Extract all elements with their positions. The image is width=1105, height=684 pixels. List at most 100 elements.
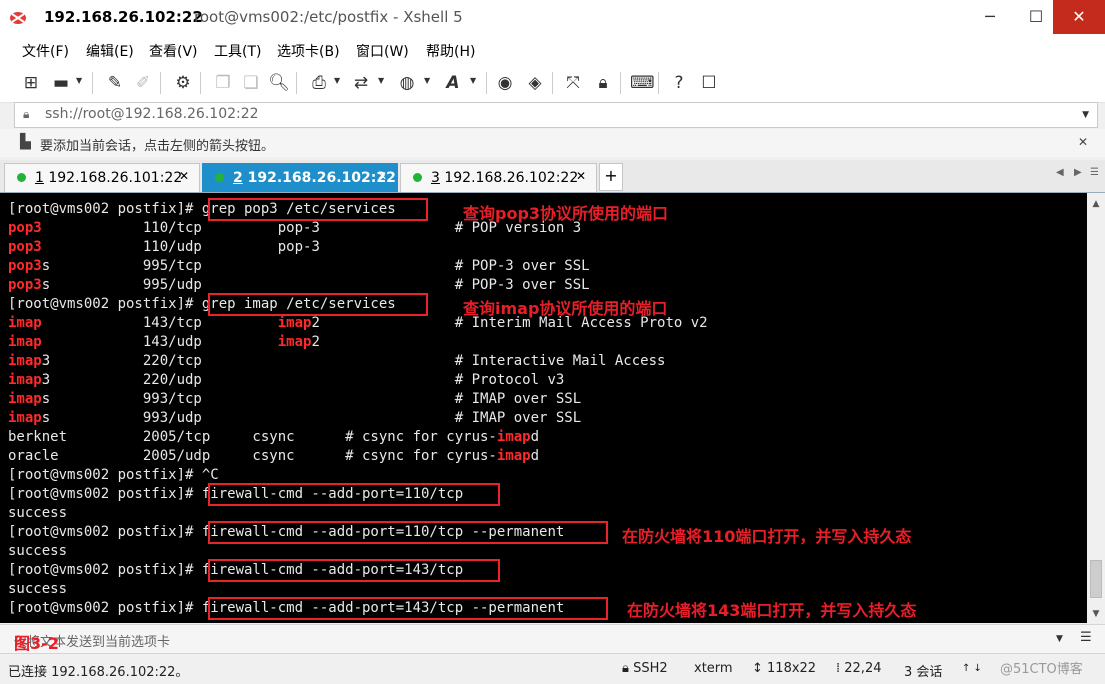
- match-highlight: imap: [496, 448, 531, 464]
- globe-icon[interactable]: ◍: [396, 72, 418, 94]
- scrollbar-thumb[interactable]: [1090, 560, 1102, 598]
- terminal-text: 2: [311, 334, 320, 350]
- new-session-icon[interactable]: ⊞: [20, 72, 42, 94]
- match-highlight: pop3: [8, 277, 42, 293]
- xshell-logo-icon: [10, 12, 26, 24]
- keyboard-icon[interactable]: ⌨: [630, 72, 655, 94]
- terminal-text: berknet 2005/tcp csync # csync for cyrus…: [8, 429, 497, 445]
- watermark: @51CTO博客: [1000, 662, 1083, 677]
- menu-tools[interactable]: 工具(T): [214, 41, 261, 61]
- terminal-text: 143/tcp: [41, 315, 278, 331]
- highlight-box: [208, 597, 608, 620]
- compose-dropdown-icon[interactable]: ▼: [1056, 634, 1063, 644]
- globe-dropdown-icon[interactable]: ▼: [424, 76, 430, 85]
- match-highlight: imap: [8, 410, 42, 426]
- menu-edit[interactable]: 编辑(E): [86, 41, 134, 61]
- transfer-dropdown-icon[interactable]: ▼: [378, 76, 384, 85]
- hint-close-icon[interactable]: ✕: [1078, 135, 1088, 149]
- compose-bar[interactable]: 仅将文本发送到当前选项卡 ▼ ☰: [0, 624, 1105, 653]
- open-dropdown-icon[interactable]: ▼: [76, 76, 82, 85]
- font-dropdown-icon[interactable]: ▼: [470, 76, 476, 85]
- terminal-line: success: [8, 542, 67, 561]
- tab-list-icon[interactable]: ☰: [1090, 167, 1099, 178]
- xftp-icon[interactable]: ◉: [494, 72, 516, 94]
- new-tab-button[interactable]: +: [599, 163, 623, 191]
- terminal-text: d: [530, 448, 540, 464]
- address-dropdown-icon[interactable]: ▼: [1082, 110, 1089, 120]
- terminal-text: d: [530, 429, 540, 445]
- address-bar[interactable]: 🔒︎ ssh://root@192.168.26.102:22 ▼: [14, 102, 1098, 128]
- title-bar: 192.168.26.102:22 root@vms002:/etc/postf…: [0, 0, 1105, 37]
- annotation-imap: 查询imap协议所使用的端口: [463, 299, 668, 318]
- terminal-line: imap3 220/tcp # Interactive Mail Access: [8, 352, 665, 371]
- reconnect-icon[interactable]: ✎: [104, 72, 126, 94]
- annotation-port143: 在防火墙将143端口打开，并写入持久态: [627, 601, 917, 620]
- bookmark-arrow-icon[interactable]: ▙: [20, 134, 31, 150]
- toolbar-separator: [552, 72, 553, 94]
- paste-icon[interactable]: ❏: [240, 72, 262, 94]
- toolbar-separator: [92, 72, 93, 94]
- toolbar-separator: [160, 72, 161, 94]
- close-button[interactable]: ✕: [1053, 0, 1105, 34]
- terminal-line: [root@vms002 postfix]# ^C: [8, 466, 219, 485]
- match-highlight: imap: [277, 315, 312, 331]
- terminal-output[interactable]: [root@vms002 postfix]# firewall-cmd --ad…: [0, 193, 1087, 623]
- status-arrows-icon[interactable]: ↑ ↓: [962, 663, 982, 674]
- properties-icon[interactable]: ⚙: [172, 72, 194, 94]
- find-icon[interactable]: 🔍︎: [268, 72, 290, 94]
- terminal-text: s 993/udp # IMAP over SSL: [41, 410, 582, 426]
- terminal-scrollbar[interactable]: ▲ ▼: [1087, 193, 1105, 623]
- terminal-line: imaps 993/tcp # IMAP over SSL: [8, 390, 581, 409]
- toolbar-separator: [200, 72, 201, 94]
- terminal-text: success: [8, 581, 68, 597]
- copy-icon[interactable]: ❐: [212, 72, 234, 94]
- scroll-up-icon[interactable]: ▲: [1087, 199, 1105, 209]
- window-title-host: 192.168.26.102:22: [44, 8, 203, 26]
- xmanager-icon[interactable]: ◈: [524, 72, 546, 94]
- open-folder-icon[interactable]: ▬: [50, 72, 72, 94]
- terminal-text: 110/udp pop-3: [41, 239, 320, 255]
- terminal-line: success: [8, 580, 67, 599]
- connected-status-icon: [413, 173, 422, 182]
- window-title: root@vms002:/etc/postfix - Xshell 5: [194, 8, 463, 26]
- compose-menu-icon[interactable]: ☰: [1080, 630, 1092, 645]
- terminal-text: success: [8, 505, 68, 521]
- menu-help[interactable]: 帮助(H): [426, 41, 475, 61]
- protocol-status: 🔒︎ SSH2: [622, 661, 668, 676]
- menu-view[interactable]: 查看(V): [149, 41, 198, 61]
- tab-session-3[interactable]: 3 192.168.26.102:22 ✕: [400, 163, 597, 192]
- minimize-button[interactable]: ─: [967, 0, 1013, 34]
- terminal-line: oracle 2005/udp csync # csync for cyrus-…: [8, 447, 539, 466]
- toolbar-separator: [658, 72, 659, 94]
- tab-close-icon[interactable]: ✕: [179, 169, 189, 183]
- tab-session-1[interactable]: 1 192.168.26.101:22 ✕: [4, 163, 200, 192]
- tab-scroll-left-icon[interactable]: ◀: [1056, 167, 1064, 178]
- tab-close-icon[interactable]: ✕: [576, 169, 586, 183]
- transfer-icon[interactable]: ⇄: [350, 72, 372, 94]
- help-icon[interactable]: ?: [668, 72, 690, 94]
- font-icon[interactable]: A: [442, 72, 464, 94]
- chat-icon[interactable]: ☐: [698, 72, 720, 94]
- match-highlight: imap: [8, 391, 42, 407]
- tab-scroll-right-icon[interactable]: ▶: [1074, 167, 1082, 178]
- tab-session-2[interactable]: 2 192.168.26.102:22 ✕: [202, 163, 398, 192]
- match-highlight: imap: [8, 372, 42, 388]
- disconnect-icon[interactable]: ✐: [132, 72, 154, 94]
- menu-tabs[interactable]: 选项卡(B): [277, 41, 340, 61]
- menu-file[interactable]: 文件(F): [22, 41, 69, 61]
- status-bar: 已连接 192.168.26.102:22。 🔒︎ SSH2 xterm ↕ 1…: [0, 653, 1105, 684]
- print-icon[interactable]: ⎙: [308, 72, 330, 94]
- terminal-text: 143/udp: [41, 334, 278, 350]
- print-dropdown-icon[interactable]: ▼: [334, 76, 340, 85]
- match-highlight: imap: [8, 334, 42, 350]
- menu-bar: 文件(F) 编辑(E) 查看(V) 工具(T) 选项卡(B) 窗口(W) 帮助(…: [0, 36, 1105, 64]
- menu-window[interactable]: 窗口(W): [356, 41, 409, 61]
- terminal-text: oracle 2005/udp csync # csync for cyrus-: [8, 448, 497, 464]
- tab-close-icon[interactable]: ✕: [377, 169, 387, 183]
- fullscreen-icon[interactable]: ⤧: [562, 72, 584, 94]
- lock-icon: 🔒︎: [23, 107, 30, 121]
- lock-icon[interactable]: 🔒︎: [592, 72, 614, 94]
- scroll-down-icon[interactable]: ▼: [1087, 609, 1105, 619]
- terminal-line: imap 143/udp imap2: [8, 333, 320, 352]
- address-input[interactable]: ssh://root@192.168.26.102:22: [45, 106, 259, 122]
